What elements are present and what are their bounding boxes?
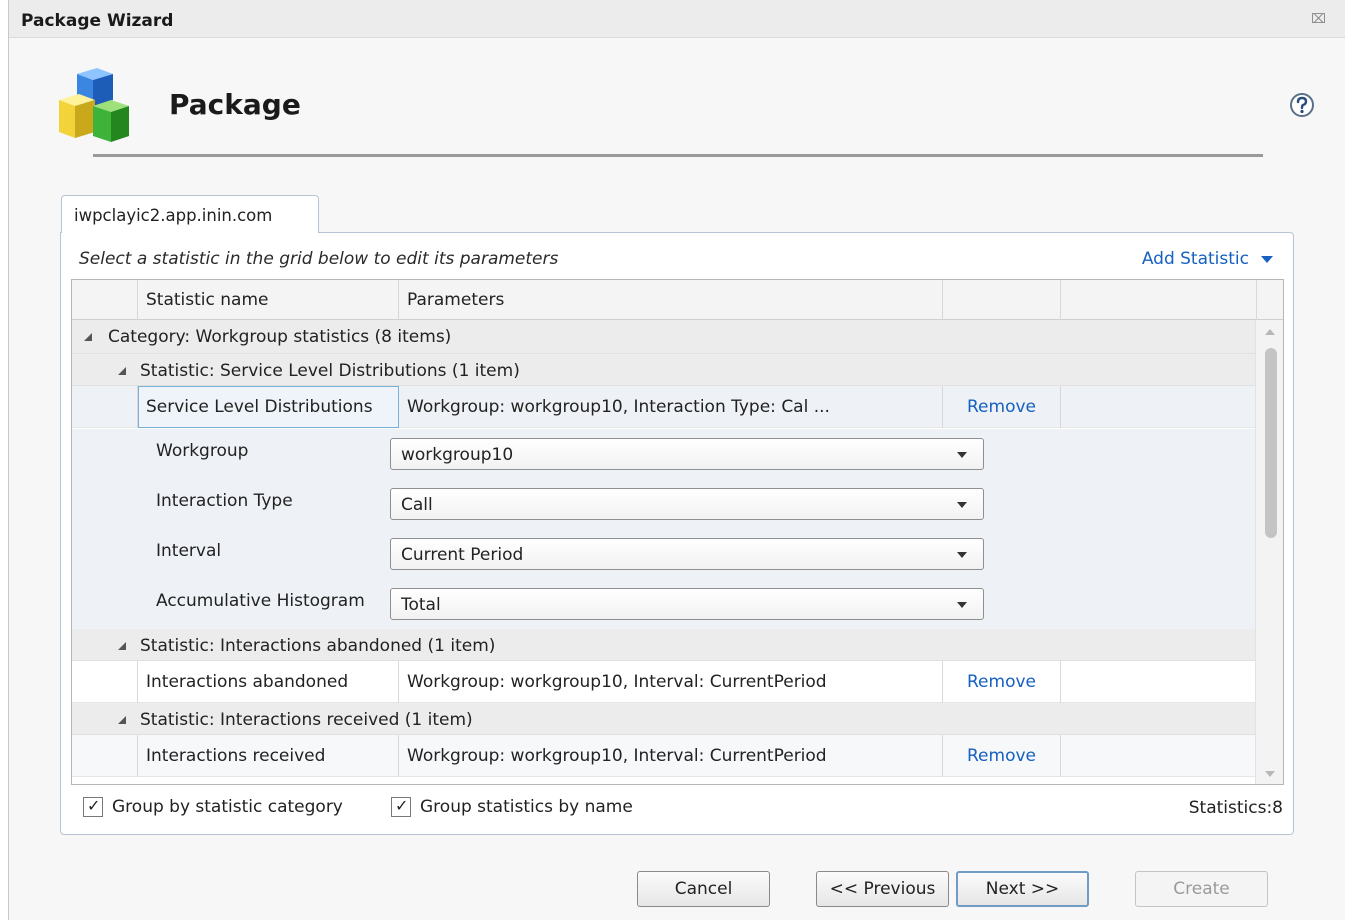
accumulative-histogram-select[interactable]: Total — [390, 588, 984, 620]
scroll-down-icon[interactable] — [1265, 771, 1275, 777]
statistics-grid: Statistic name Parameters Category: Work… — [71, 279, 1284, 785]
statistic-group-label: Statistic: Interactions received (1 item… — [140, 710, 473, 730]
statistic-name-cell[interactable]: Interactions abandoned — [138, 661, 399, 703]
group-by-name-checkbox[interactable]: Group statistics by name — [391, 796, 633, 817]
group-by-name-label: Group statistics by name — [420, 797, 633, 817]
statistic-group-label: Statistic: Service Level Distributions (… — [140, 361, 520, 381]
interaction-type-select[interactable]: Call — [390, 488, 984, 520]
header-divider — [93, 154, 1263, 157]
column-header-statistic-name[interactable]: Statistic name — [138, 280, 399, 320]
interaction-type-label: Interaction Type — [156, 491, 293, 511]
checkbox-checked-icon[interactable] — [391, 796, 411, 817]
interval-select[interactable]: Current Period — [390, 538, 984, 570]
category-group-row[interactable]: Category: Workgroup statistics (8 items) — [72, 320, 1255, 354]
add-statistic-button[interactable]: Add Statistic — [1142, 249, 1273, 269]
column-header-action — [943, 280, 1061, 320]
next-button[interactable]: Next >> — [956, 871, 1089, 907]
help-icon[interactable] — [1289, 92, 1315, 118]
expand-triangle-icon[interactable] — [118, 367, 126, 375]
remove-link[interactable]: Remove — [943, 386, 1061, 428]
statistics-panel: Select a statistic in the grid below to … — [60, 232, 1294, 835]
workgroup-select[interactable]: workgroup10 — [390, 438, 984, 470]
tab-server[interactable]: iwpclayic2.app.inin.com — [61, 195, 319, 233]
table-row[interactable]: Service Level Distributions Workgroup: w… — [72, 386, 1255, 428]
row-spacer — [72, 386, 138, 428]
statistic-name-cell[interactable]: Interactions received — [138, 735, 399, 777]
remove-link[interactable]: Remove — [943, 661, 1061, 703]
row-spacer — [72, 661, 138, 703]
grid-header: Statistic name Parameters — [72, 280, 1283, 320]
scroll-thumb[interactable] — [1265, 348, 1277, 538]
workgroup-select-value: workgroup10 — [401, 445, 514, 465]
close-icon[interactable]: ⌧ — [1311, 12, 1326, 27]
accumulative-histogram-label: Accumulative Histogram — [156, 591, 365, 611]
table-row[interactable]: Interactions abandoned Workgroup: workgr… — [72, 661, 1255, 703]
interval-label: Interval — [156, 541, 222, 561]
interaction-type-select-value: Call — [401, 495, 433, 515]
dropdown-arrow-icon — [957, 452, 967, 458]
group-by-category-checkbox[interactable]: Group by statistic category — [83, 796, 343, 817]
title-bar: Package Wizard ⌧ — [9, 0, 1345, 38]
table-row[interactable]: Interactions received Workgroup: workgro… — [72, 735, 1255, 777]
dropdown-arrow-icon — [957, 602, 967, 608]
statistic-group-row[interactable]: Statistic: Service Level Distributions (… — [72, 354, 1255, 386]
statistic-group-row[interactable]: Statistic: Interactions abandoned (1 ite… — [72, 629, 1255, 661]
previous-button[interactable]: << Previous — [816, 871, 949, 907]
statistics-count: Statistics:8 — [1188, 798, 1283, 818]
interval-select-value: Current Period — [401, 545, 524, 565]
category-label: Category: Workgroup statistics (8 items) — [108, 327, 452, 347]
workgroup-label: Workgroup — [156, 441, 249, 461]
page-title: Package — [169, 88, 301, 121]
accumulative-histogram-select-value: Total — [401, 595, 441, 615]
row-spacer — [72, 735, 138, 777]
parameter-editor: Workgroup workgroup10 Interaction Type C… — [72, 429, 1255, 629]
column-header-parameters[interactable]: Parameters — [399, 280, 943, 320]
statistic-name-cell[interactable]: Service Level Distributions — [138, 386, 399, 428]
column-header-extra — [1061, 280, 1257, 320]
window-title: Package Wizard — [21, 11, 174, 31]
create-button[interactable]: Create — [1135, 871, 1268, 907]
scroll-up-icon[interactable] — [1265, 329, 1275, 335]
cancel-button[interactable]: Cancel — [637, 871, 770, 907]
parameters-cell[interactable]: Workgroup: workgroup10, Interval: Curren… — [399, 661, 943, 703]
remove-link[interactable]: Remove — [943, 735, 1061, 777]
dropdown-arrow-icon — [957, 552, 967, 558]
package-wizard-window: Package Wizard ⌧ Package iwpclayic2.app.… — [8, 0, 1345, 920]
package-cubes-icon — [59, 68, 129, 142]
dropdown-arrow-icon — [957, 502, 967, 508]
statistic-group-row[interactable]: Statistic: Interactions received (1 item… — [72, 703, 1255, 735]
parameters-cell[interactable]: Workgroup: workgroup10, Interaction Type… — [399, 386, 943, 428]
expand-triangle-icon[interactable] — [84, 333, 92, 341]
expand-triangle-icon[interactable] — [118, 642, 126, 650]
grid-scrollbar[interactable] — [1255, 320, 1283, 784]
statistic-group-label: Statistic: Interactions abandoned (1 ite… — [140, 636, 496, 656]
expand-triangle-icon[interactable] — [118, 716, 126, 724]
group-by-category-label: Group by statistic category — [112, 797, 343, 817]
header-spacer — [72, 280, 138, 320]
parameters-cell[interactable]: Workgroup: workgroup10, Interval: Curren… — [399, 735, 943, 777]
chevron-down-icon — [1261, 255, 1273, 263]
grid-hint: Select a statistic in the grid below to … — [79, 249, 559, 269]
add-statistic-label: Add Statistic — [1141, 249, 1249, 269]
checkbox-checked-icon[interactable] — [83, 796, 103, 817]
